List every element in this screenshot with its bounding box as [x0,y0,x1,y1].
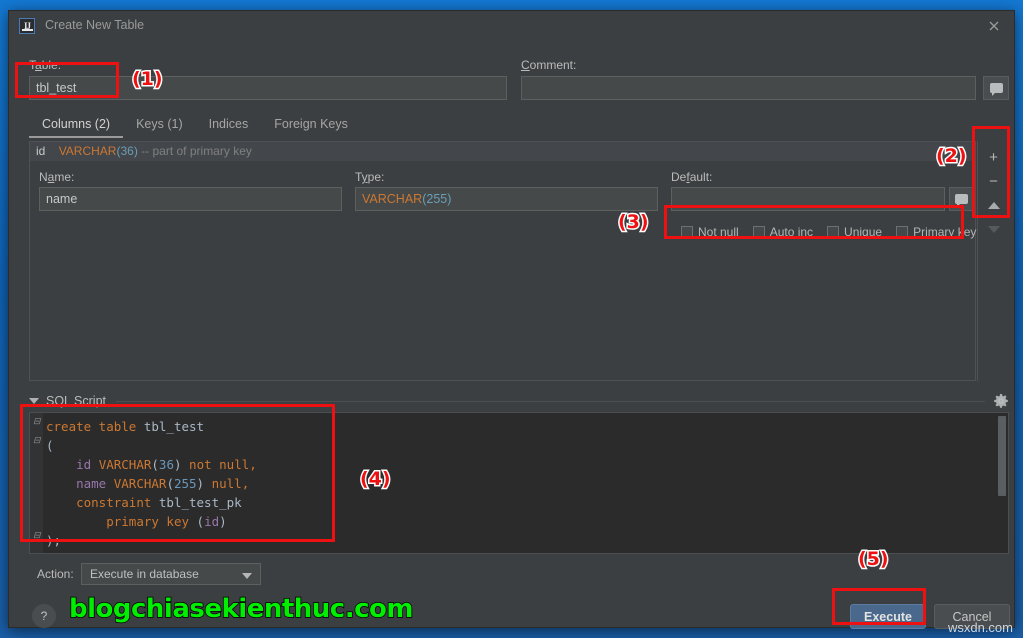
editor-scrollbar[interactable] [998,416,1006,496]
tab-indices[interactable]: Indices [196,115,262,136]
column-default-label: Default: [671,170,713,184]
column-item-comment: -- part of primary key [141,144,252,158]
table-name-input[interactable]: tbl_test [29,76,507,100]
comment-input[interactable] [521,76,976,100]
tab-columns[interactable]: Columns (2) [29,115,124,138]
table-name-label: Table: [29,58,62,72]
fold-icon[interactable]: ⊟ [33,436,41,445]
sql-code-line: id VARCHAR(36) not null, [76,457,257,472]
sql-code-line: ( [46,438,54,453]
fold-icon[interactable]: ⊟ [33,417,41,426]
help-button[interactable]: ? [32,604,56,628]
blog-watermark: blogchiasekienthuc.com [68,593,414,625]
editor-gutter: ⊟ ⊟ ⊟ [30,413,43,553]
checkbox-label: Auto inc [769,225,814,239]
dialog-titlebar: IJ Create New Table [9,11,1014,41]
checkbox-box[interactable] [752,226,765,238]
default-comment-balloon-icon[interactable] [949,187,973,211]
chevron-down-icon[interactable] [242,573,252,579]
checkbox-label: Not null [698,225,739,239]
sql-code-line: primary key (id) [106,514,227,529]
table-editor-tabs: Columns (2) Keys (1) Indices Foreign Key… [29,115,361,139]
chevron-down-icon[interactable] [29,398,39,404]
column-name-label: Name: [39,170,75,184]
column-item-length: (36) [116,144,138,158]
column-flags: Not null Auto inc Unique Primary key [681,222,976,242]
create-new-table-dialog: IJ Create New Table Table: tbl_test Comm… [8,10,1015,629]
sql-code-text: create table tbl_test ( id VARCHAR(36) no… [46,417,257,550]
close-icon[interactable] [984,17,1004,35]
action-label: Action: [37,567,74,581]
sql-script-title: SQL Script [46,394,106,408]
arrow-down-icon[interactable] [981,217,1007,241]
checkbox-label: Primary key [913,225,977,239]
tab-keys[interactable]: Keys (1) [123,115,196,136]
fold-icon[interactable]: ⊟ [33,531,41,540]
sql-script-editor[interactable]: ⊟ ⊟ ⊟ create table tbl_test ( id VARCHAR(… [29,412,1009,554]
sql-code-line: name VARCHAR(255) null, [76,476,250,491]
intellij-idea-icon: IJ [19,18,35,34]
column-type-value: VARCHAR [362,192,423,206]
side-toolbar: + − [977,141,1009,381]
checkbox-unique[interactable]: Unique [827,225,882,239]
columns-panel: id VARCHAR(36) -- part of primary key [29,141,976,381]
column-list-item-id[interactable]: id VARCHAR(36) -- part of primary key [30,142,975,161]
checkbox-label: Unique [844,225,883,239]
column-item-type: VARCHAR [58,144,117,158]
column-type-length: (255) [422,192,452,206]
sql-code-line: ); [46,533,62,548]
cancel-button[interactable]: Cancel [934,604,1010,629]
column-name-input[interactable]: name [39,187,342,211]
checkbox-not-null[interactable]: Not null [681,225,739,239]
checkbox-auto-inc[interactable]: Auto inc [752,225,814,239]
checkbox-box[interactable] [827,226,840,238]
sql-script-header: SQL Script [29,392,1009,410]
gear-icon[interactable] [993,393,1009,409]
tab-foreign-keys[interactable]: Foreign Keys [261,115,361,136]
comment-label: Comment: [521,58,577,72]
column-type-input[interactable]: VARCHAR(255) [355,187,658,211]
window-title: Create New Table [45,18,145,32]
divider [116,400,985,402]
column-default-input[interactable] [671,187,945,211]
column-type-label: Type: [355,170,385,184]
arrow-up-icon[interactable] [981,193,1007,217]
checkbox-box[interactable] [896,226,909,238]
sql-code-line: create table tbl_test [46,419,205,434]
checkbox-primary-key[interactable]: Primary key [896,225,976,239]
plus-icon[interactable]: + [981,145,1007,169]
action-select[interactable]: Execute in database [81,563,261,585]
comment-balloon-icon[interactable] [983,76,1009,100]
minus-icon[interactable]: − [981,169,1007,193]
checkbox-box[interactable] [681,226,693,238]
execute-button[interactable]: Execute [850,604,926,629]
sql-code-line: constraint tbl_test_pk [76,495,242,510]
action-select-value: Execute in database [90,567,199,581]
column-item-name: id [36,144,46,158]
